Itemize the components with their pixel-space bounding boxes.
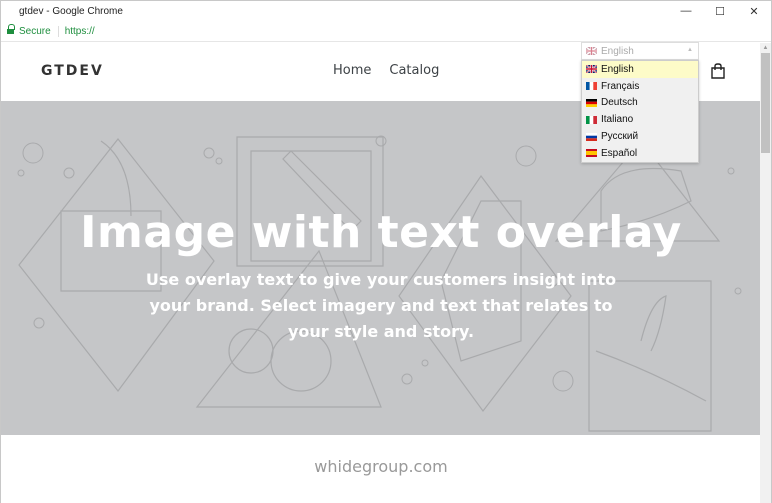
footer-text: whidegroup.com <box>314 457 448 476</box>
chevron-down-icon: ▲ <box>687 47 693 53</box>
france-flag-icon <box>586 82 597 91</box>
spain-flag-icon <box>586 149 597 158</box>
cart-icon[interactable] <box>710 63 726 79</box>
hero-text: Use overlay text to give your customers … <box>145 270 617 341</box>
address-divider <box>57 25 59 37</box>
decor-circle <box>421 359 429 367</box>
main-nav: Home Catalog <box>333 63 439 78</box>
lock-icon <box>7 24 15 35</box>
decor-circle <box>215 157 223 165</box>
browser-window: gtdev - Google Chrome — ☐ ✕ Secure https… <box>0 0 772 503</box>
language-option-english[interactable]: English <box>582 61 698 78</box>
language-option-russian[interactable]: Русский <box>582 128 698 145</box>
language-selected-value: English <box>601 45 634 57</box>
security-label: Secure <box>19 25 51 37</box>
decor-circle <box>203 147 215 159</box>
language-option-italian[interactable]: Italiano <box>582 111 698 128</box>
window-title: gtdev - Google Chrome <box>19 5 123 17</box>
decor-circle <box>401 373 413 385</box>
minimize-button[interactable]: — <box>669 1 703 21</box>
decor-circle <box>22 142 44 164</box>
language-dropdown-list: English Français Deutsch Italiano Русски… <box>581 60 699 163</box>
address-bar[interactable]: Secure https:// <box>1 21 771 42</box>
decor-circle <box>17 169 25 177</box>
decor-circle <box>63 167 75 179</box>
language-option-label: Italiano <box>601 114 634 126</box>
page-scrollbar[interactable]: ▲ <box>760 43 771 503</box>
russia-flag-icon <box>586 132 597 141</box>
url-text[interactable]: https:// <box>65 26 95 37</box>
language-option-french[interactable]: Français <box>582 78 698 95</box>
language-option-label: Français <box>601 80 640 92</box>
decor-circle <box>552 370 574 392</box>
nav-home[interactable]: Home <box>333 63 371 78</box>
language-option-label: Русский <box>601 131 639 143</box>
decor-circle <box>734 287 742 295</box>
site-logo[interactable]: GTDEV <box>41 63 104 79</box>
language-option-label: Español <box>601 147 638 159</box>
scroll-up-icon[interactable]: ▲ <box>760 43 771 53</box>
scrollbar-thumb[interactable] <box>761 53 770 153</box>
footer-section: whidegroup.com <box>1 435 761 503</box>
language-option-label: Deutsch <box>601 97 638 109</box>
uk-flag-icon <box>585 64 598 75</box>
language-option-german[interactable]: Deutsch <box>582 95 698 112</box>
maximize-button[interactable]: ☐ <box>703 1 737 21</box>
decor-circle <box>515 145 537 167</box>
italy-flag-icon <box>586 115 597 124</box>
window-controls: — ☐ ✕ <box>669 1 771 21</box>
uk-flag-icon <box>585 46 598 56</box>
germany-flag-icon <box>586 98 597 107</box>
hero-title: Image with text overlay <box>80 207 682 258</box>
nav-catalog[interactable]: Catalog <box>389 63 439 78</box>
title-bar: gtdev - Google Chrome — ☐ ✕ <box>1 1 771 21</box>
close-button[interactable]: ✕ <box>737 1 771 21</box>
decor-circle <box>33 317 45 329</box>
decor-circle <box>727 167 735 175</box>
language-option-label: English <box>601 63 634 75</box>
diamond-shape <box>18 138 215 392</box>
language-select[interactable]: English ▲ <box>581 42 699 60</box>
language-option-spanish[interactable]: Español <box>582 145 698 162</box>
